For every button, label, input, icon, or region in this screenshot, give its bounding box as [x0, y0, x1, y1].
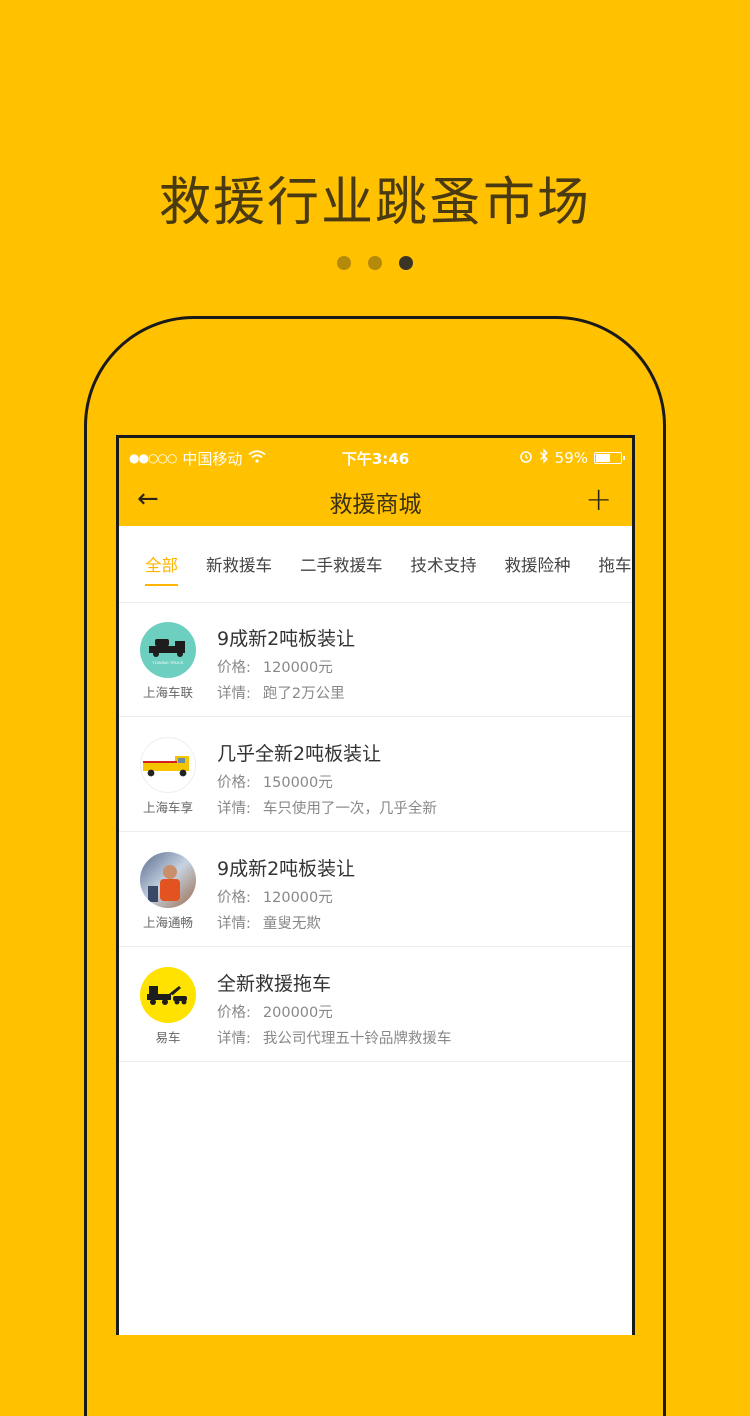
phone-screen: ●●○○○ 中国移动 下午3:46 59% ← 救援商城 + 全部 新救援车 二… [116, 435, 635, 1335]
tow-truck-logo-avatar: TOWING TRUCK [140, 622, 196, 678]
detail-value: 车只使用了一次，几乎全新 [262, 801, 437, 817]
category-tabs: 全部 新救援车 二手救援车 技术支持 救援险种 拖车 [119, 526, 632, 603]
shop-name: 上海车联 [142, 685, 193, 700]
price-label: 价格: [217, 1005, 251, 1021]
tab-all[interactable]: 全部 [145, 552, 178, 586]
item-title: 几乎全新2吨板装让 [217, 743, 382, 765]
tab-towing[interactable]: 拖车 [599, 552, 632, 576]
page-dot-3[interactable] [399, 256, 413, 270]
detail-value: 跑了2万公里 [262, 686, 345, 702]
alarm-icon [519, 449, 533, 467]
price-label: 价格: [217, 890, 251, 906]
detail-value: 童叟无欺 [262, 916, 321, 932]
page-headline: 救援行业跳蚤市场 [158, 173, 591, 233]
price-value: 120000元 [262, 660, 333, 676]
mechanic-photo-avatar [140, 852, 196, 908]
detail-label: 详情: [217, 686, 251, 702]
avatar-logo-text: TOWING TRUCK [152, 660, 184, 665]
plus-icon[interactable]: + [585, 480, 612, 518]
product-list: TOWING TRUCK 上海车联 9成新2吨板装让 价格: 120000元 详情… [119, 602, 632, 1062]
price-value: 120000元 [262, 890, 333, 906]
detail-label: 详情: [217, 1031, 251, 1047]
nav-bar: ← 救援商城 + [119, 478, 632, 526]
item-title: 9成新2吨板装让 [217, 858, 356, 880]
page-indicator [0, 256, 750, 270]
list-item[interactable]: TOWING TRUCK 上海车联 9成新2吨板装让 价格: 120000元 详情… [119, 602, 632, 717]
item-title: 全新救援拖车 [217, 973, 332, 995]
tow-truck-icon-avatar [140, 967, 196, 1023]
yellow-truck-avatar [140, 737, 196, 793]
tab-used-rescue-vehicle[interactable]: 二手救援车 [300, 552, 383, 576]
shop-name: 易车 [155, 1030, 181, 1045]
detail-value: 我公司代理五十铃品牌救援车 [262, 1031, 452, 1047]
tab-tech-support[interactable]: 技术支持 [411, 552, 477, 576]
list-item[interactable]: 上海通畅 9成新2吨板装让 价格: 120000元 详情: 童叟无欺 [119, 832, 632, 947]
list-item[interactable]: 上海车享 几乎全新2吨板装让 价格: 150000元 详情: 车只使用了一次，几乎全… [119, 717, 632, 832]
carrier-label: 中国移动 [182, 449, 243, 468]
detail-label: 详情: [217, 916, 251, 932]
status-bar: ●●○○○ 中国移动 下午3:46 59% [119, 438, 632, 478]
list-item[interactable]: 易车 全新救援拖车 价格: 200000元 详情: 我公司代理五十铃品牌救援车 [119, 947, 632, 1062]
price-value: 200000元 [262, 1005, 333, 1021]
arrow-left-icon[interactable]: ← [137, 484, 159, 514]
price-label: 价格: [217, 660, 251, 676]
price-value: 150000元 [262, 775, 333, 791]
tab-rescue-insurance[interactable]: 救援险种 [505, 552, 571, 576]
shop-name: 上海车享 [142, 800, 193, 815]
battery-icon [594, 452, 625, 464]
tab-new-rescue-vehicle[interactable]: 新救援车 [206, 552, 272, 576]
wifi-icon [248, 449, 266, 467]
battery-percent: 59% [554, 449, 588, 467]
nav-title: 救援商城 [329, 492, 422, 518]
price-label: 价格: [217, 775, 251, 791]
page-dot-1[interactable] [337, 256, 351, 270]
page-dot-2[interactable] [368, 256, 382, 270]
signal-icon: ●●○○○ [129, 451, 177, 465]
item-title: 9成新2吨板装让 [217, 628, 356, 650]
detail-label: 详情: [217, 801, 251, 817]
bluetooth-icon [539, 448, 549, 468]
shop-name: 上海通畅 [142, 915, 193, 930]
